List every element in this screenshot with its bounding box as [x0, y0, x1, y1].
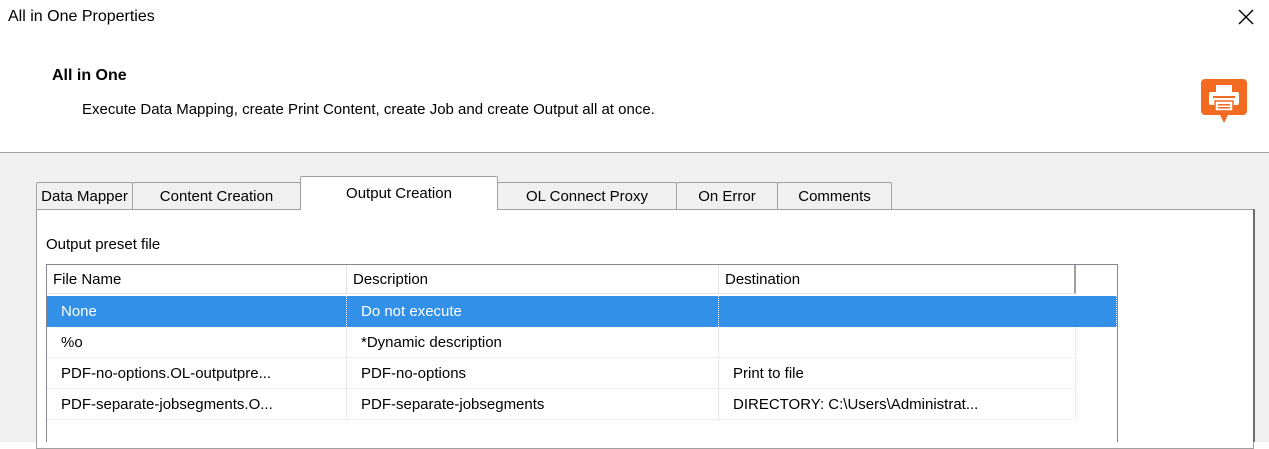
tab-label: OL Connect Proxy [526, 187, 648, 205]
column-header-destination[interactable]: Destination [719, 265, 1076, 294]
column-header-label: File Name [53, 270, 122, 288]
tab-on-error[interactable]: On Error [676, 182, 778, 209]
output-preset-list[interactable]: File Name Description Destination None D… [46, 264, 1118, 442]
cell-file-name: None [47, 296, 347, 327]
output-preset-label: Output preset file [46, 236, 161, 253]
cell-description: Do not execute [347, 296, 719, 327]
window-title: All in One Properties [8, 8, 155, 25]
tab-content-creation[interactable]: Content Creation [132, 182, 301, 209]
close-icon [1238, 9, 1254, 25]
cell-description: PDF-separate-jobsegments [347, 389, 719, 420]
column-header-label: Destination [725, 270, 801, 288]
column-header-description[interactable]: Description [347, 265, 719, 294]
table-row[interactable]: %o *Dynamic description [47, 327, 1117, 358]
cell-destination: DIRECTORY: C:\Users\Administrat... [719, 389, 1076, 420]
plugin-title: All in One [52, 67, 127, 84]
column-header-label: Description [353, 270, 429, 288]
column-header-file-name[interactable]: File Name [47, 265, 347, 294]
cell-description: PDF-no-options [347, 358, 719, 389]
table-row[interactable]: PDF-separate-jobsegments.O... PDF-separa… [47, 389, 1117, 420]
tab-label: On Error [698, 187, 756, 205]
printer-speech-bubble-icon [1201, 79, 1247, 123]
dialog-header: All in One Execute Data Mapping, create … [0, 34, 1269, 152]
cell-destination [719, 327, 1076, 358]
cell-destination: Print to file [719, 358, 1076, 389]
tab-label: Output Creation [346, 185, 452, 202]
tab-ol-connect-proxy[interactable]: OL Connect Proxy [497, 182, 677, 209]
tab-label: Data Mapper [41, 187, 128, 205]
cell-destination [719, 296, 1117, 327]
close-button[interactable] [1223, 0, 1269, 34]
list-header: File Name Description Destination [47, 265, 1117, 295]
cell-file-name: %o [47, 327, 347, 358]
tab-label: Comments [798, 187, 871, 205]
table-row[interactable]: PDF-no-options.OL-outputpre... PDF-no-op… [47, 358, 1117, 389]
plugin-description: Execute Data Mapping, create Print Conte… [82, 101, 655, 118]
cell-file-name: PDF-no-options.OL-outputpre... [47, 358, 347, 389]
cell-file-name: PDF-separate-jobsegments.O... [47, 389, 347, 420]
tab-label: Content Creation [159, 187, 274, 205]
tab-output-creation[interactable]: Output Creation [300, 176, 498, 210]
panel-edge [1253, 209, 1255, 442]
cell-description: *Dynamic description [347, 327, 719, 358]
title-bar[interactable]: All in One Properties [0, 0, 1269, 34]
tab-comments[interactable]: Comments [777, 182, 892, 209]
properties-dialog: All in One Properties All in One Execute… [0, 0, 1269, 449]
table-row[interactable]: None Do not execute [47, 296, 1117, 327]
tab-data-mapper[interactable]: Data Mapper [36, 182, 133, 209]
